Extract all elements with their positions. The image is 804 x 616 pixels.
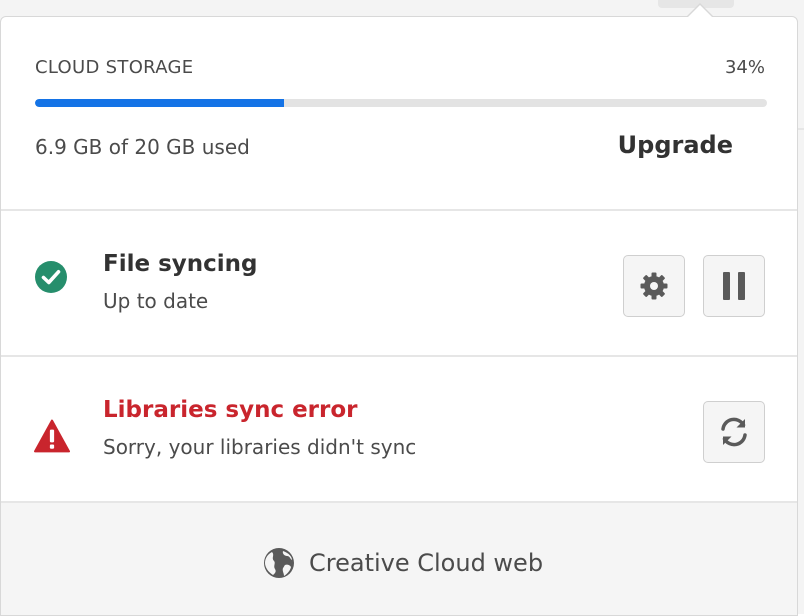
alert-triangle-icon [34,419,70,453]
popover-caret-inner [687,5,713,18]
libraries-sync-row: Libraries sync error Sorry, your librari… [1,357,797,503]
libraries-sync-error-message: Sorry, your libraries didn't sync [103,435,417,459]
refresh-icon [721,417,747,447]
footer: Creative Cloud web [1,503,797,615]
storage-progress-fill [35,99,284,107]
storage-title: CLOUD STORAGE [35,57,194,78]
globe-icon [264,548,294,578]
edge-divider [798,128,804,130]
cloud-storage-panel: CLOUD STORAGE 34% 6.9 GB of 20 GB used U… [0,16,798,616]
check-circle-icon [35,261,67,293]
gear-icon [640,272,668,300]
file-syncing-title: File syncing [103,251,258,277]
storage-percent: 34% [724,57,765,78]
pause-sync-button[interactable] [703,255,765,317]
storage-progress-bar [35,99,767,107]
sync-settings-button[interactable] [623,255,685,317]
storage-used-text: 6.9 GB of 20 GB used [35,135,250,159]
file-syncing-status: Up to date [103,289,209,313]
creative-cloud-web-link[interactable]: Creative Cloud web [263,547,543,579]
file-syncing-row: File syncing Up to date [1,211,797,357]
libraries-sync-error-title: Libraries sync error [103,397,358,423]
upgrade-button[interactable]: Upgrade [618,131,733,159]
creative-cloud-web-label: Creative Cloud web [309,549,544,577]
pause-icon [723,272,745,300]
storage-section: CLOUD STORAGE 34% 6.9 GB of 20 GB used U… [1,17,797,211]
retry-sync-button[interactable] [703,401,765,463]
